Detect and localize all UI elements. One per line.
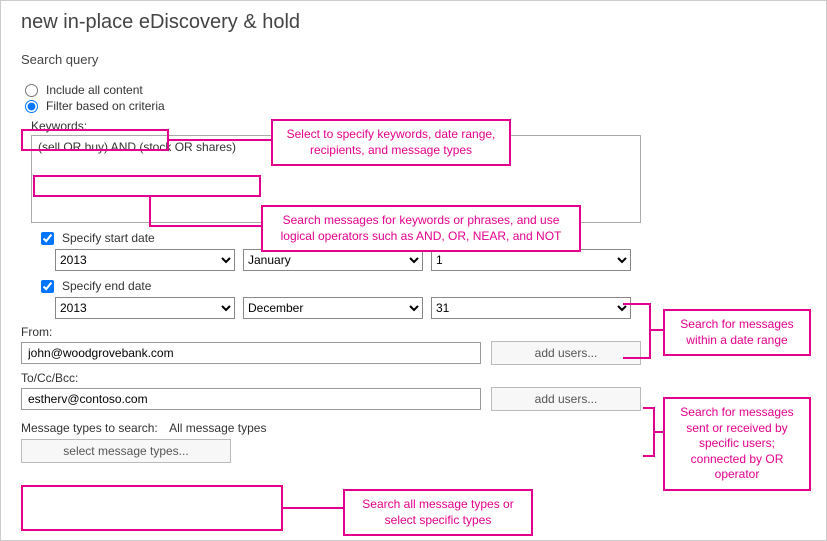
from-input[interactable] <box>21 342 481 364</box>
msg-types-value: All message types <box>169 421 266 435</box>
end-month-select[interactable]: December <box>243 297 423 319</box>
callout-line <box>149 197 151 227</box>
to-add-users-button[interactable]: add users... <box>491 387 641 411</box>
from-add-users-button[interactable]: add users... <box>491 341 641 365</box>
end-date-label: Specify end date <box>62 279 151 293</box>
callout-keywords: Search messages for keywords or phrases,… <box>261 205 581 252</box>
filter-criteria-label: Filter based on criteria <box>46 99 165 113</box>
section-heading: Search query <box>21 52 806 67</box>
end-day-select[interactable]: 31 <box>431 297 631 319</box>
start-date-label: Specify start date <box>62 231 155 245</box>
callout-line <box>649 329 663 331</box>
callout-line <box>149 225 261 227</box>
keywords-value: (sell OR buy) AND (stock OR shares) <box>38 140 236 154</box>
include-all-radio[interactable] <box>25 84 38 97</box>
to-input[interactable] <box>21 388 481 410</box>
callout-line <box>283 507 343 509</box>
callout-line <box>653 431 663 433</box>
filter-criteria-radio[interactable] <box>25 100 38 113</box>
start-date-checkbox[interactable] <box>41 232 54 245</box>
start-month-select[interactable]: January <box>243 249 423 271</box>
callout-filter: Select to specify keywords, date range, … <box>271 119 511 166</box>
select-msg-types-button[interactable]: select message types... <box>21 439 231 463</box>
start-year-select[interactable]: 2013 <box>55 249 235 271</box>
to-label: To/Cc/Bcc: <box>21 371 806 385</box>
msg-types-label: Message types to search: <box>21 421 158 435</box>
callout-line <box>623 357 651 359</box>
page-title: new in-place eDiscovery & hold <box>21 11 806 34</box>
callout-line <box>649 303 651 359</box>
start-day-select[interactable]: 1 <box>431 249 631 271</box>
callout-dates: Search for messages within a date range <box>663 309 811 356</box>
callout-msg-types: Search all message types or select speci… <box>343 489 533 536</box>
end-year-select[interactable]: 2013 <box>55 297 235 319</box>
highlight-msg-types <box>21 485 283 531</box>
end-date-checkbox[interactable] <box>41 280 54 293</box>
include-all-label: Include all content <box>46 83 143 97</box>
callout-line <box>623 303 651 305</box>
callout-users: Search for messages sent or received by … <box>663 397 811 491</box>
callout-line <box>169 139 271 141</box>
